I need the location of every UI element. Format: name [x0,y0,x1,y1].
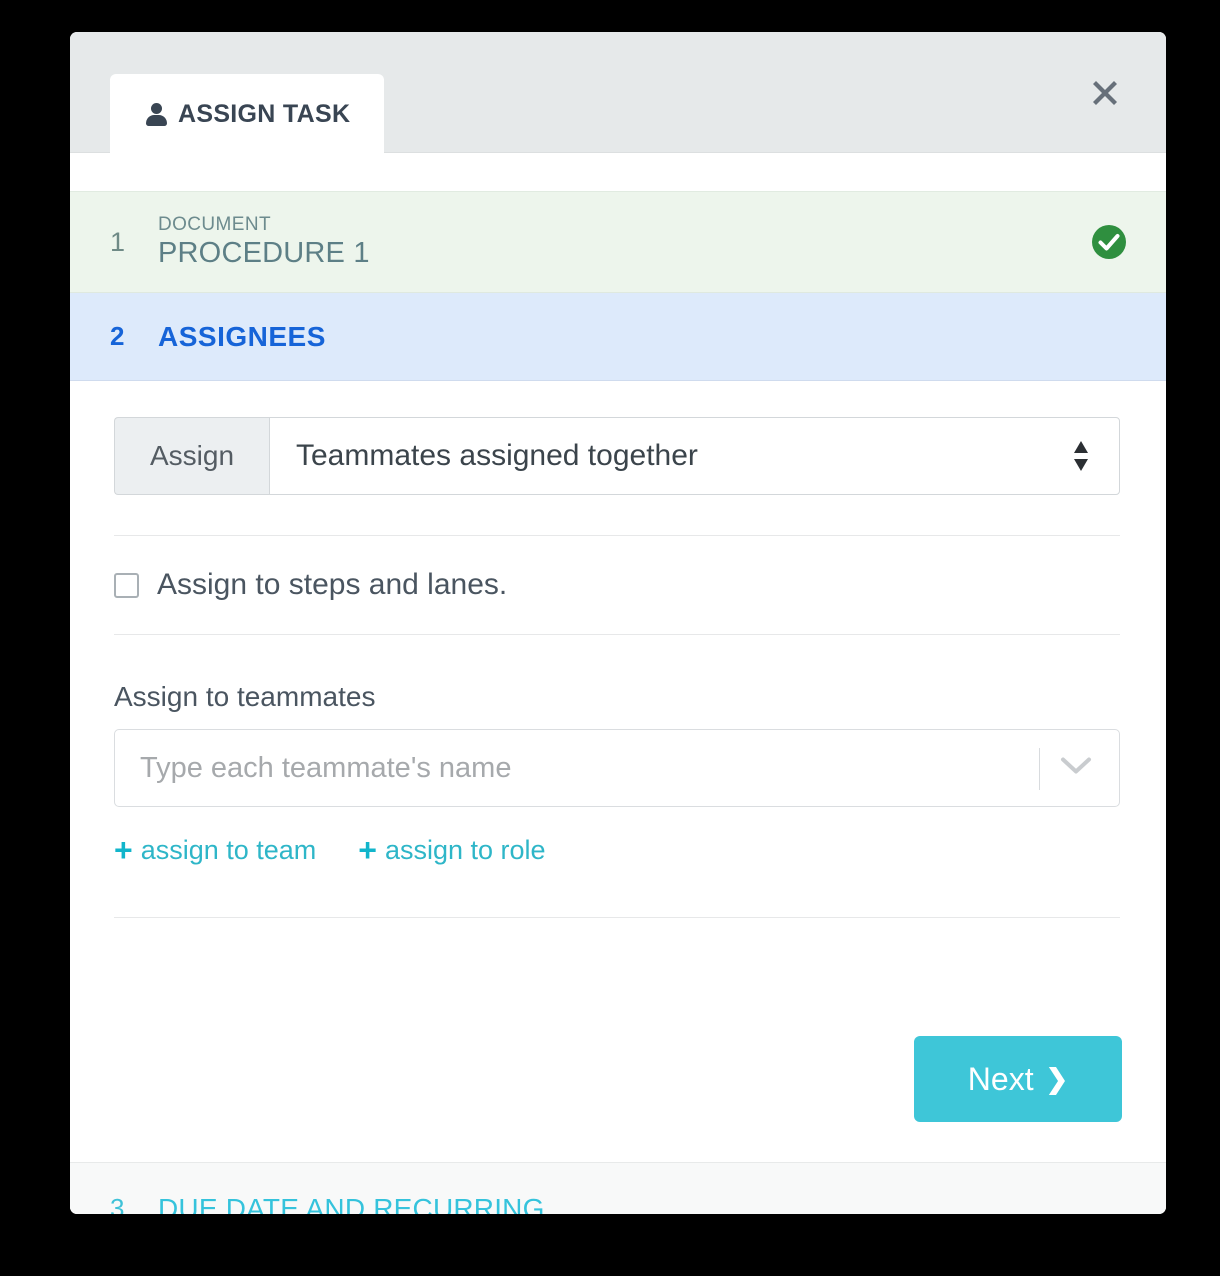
assign-to-team-link[interactable]: + assign to team [114,834,316,866]
plus-icon: + [114,832,133,868]
assign-to-role-link[interactable]: + assign to role [358,834,545,866]
assign-mode-group: Assign Teammates assigned together [114,417,1120,495]
tab-assign-task-label: ASSIGN TASK [178,99,351,128]
step-number-3: 3 [110,1193,125,1214]
chevron-down-icon[interactable] [1059,756,1093,781]
plus-icon: + [358,832,377,868]
next-button[interactable]: Next ❯ [914,1036,1122,1122]
divider-middle [114,634,1120,635]
teammates-input[interactable]: Type each teammate's name [114,729,1120,807]
assign-mode-value: Teammates assigned together [296,439,698,472]
modal-header: ASSIGN TASK [70,32,1166,154]
assign-shortcut-links: + assign to team + assign to role [114,827,1122,873]
next-button-label: Next [967,1060,1034,1097]
assign-to-teammates-label: Assign to teammates [114,681,376,712]
chevron-right-icon: ❯ [1045,1063,1069,1094]
step-title-assignees: ASSIGNEES [158,320,326,352]
header-gap [70,153,1166,191]
check-circle-icon [1090,223,1128,261]
step-title-due-date: DUE DATE AND RECURRING [158,1192,545,1215]
steps-lanes-checkbox-label: Assign to steps and lanes. [157,568,508,601]
tab-assign-task[interactable]: ASSIGN TASK [110,74,385,154]
person-icon [146,102,167,127]
step-row-assignees[interactable]: 2 ASSIGNEES [70,293,1166,381]
teammates-input-placeholder: Type each teammate's name [140,751,512,784]
assign-to-role-label: assign to role [384,834,546,865]
assign-task-modal: ASSIGN TASK 1 DOCUMENT PROCEDURE 1 2 ASS… [70,32,1166,1214]
sort-arrows-icon [1073,439,1089,473]
assign-to-team-label: assign to team [140,834,317,865]
assignees-panel: Assign Teammates assigned together Assig… [70,417,1166,1162]
assign-addon-label: Assign [114,417,269,495]
step-row-document[interactable]: 1 DOCUMENT PROCEDURE 1 [70,191,1166,293]
divider-bottom [114,917,1120,918]
assign-mode-select[interactable]: Teammates assigned together [269,417,1120,495]
steps-lanes-checkbox[interactable] [114,572,139,598]
input-separator [1039,748,1040,790]
steps-lanes-checkbox-row[interactable]: Assign to steps and lanes. [114,536,1122,634]
step-number-2: 2 [110,321,125,351]
step-kicker-document: DOCUMENT [158,214,271,236]
step-title-procedure: PROCEDURE 1 [158,237,370,270]
close-icon[interactable] [1082,70,1128,116]
step-number-1: 1 [110,226,126,257]
step-row-due-date[interactable]: 3 DUE DATE AND RECURRING [70,1162,1166,1214]
